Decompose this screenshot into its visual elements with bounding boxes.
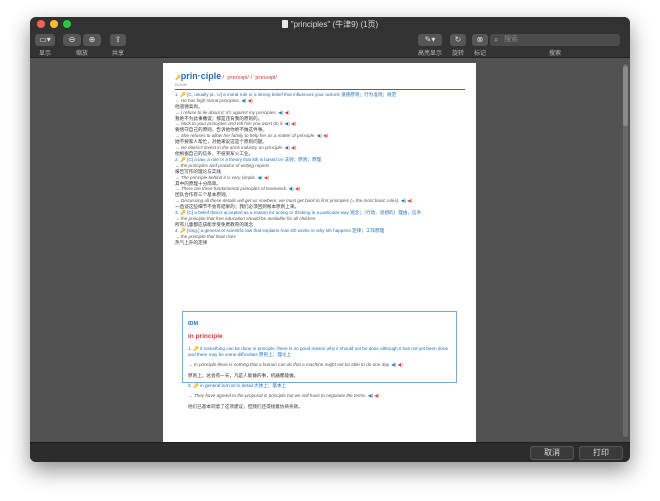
speaker-icon[interactable]: ◀) (368, 393, 373, 398)
rotate-icon: ↻ (454, 35, 462, 44)
search-label: 搜索 (548, 51, 561, 57)
translation: 热气上升的定律 (175, 239, 208, 245)
speaker-icon[interactable]: ◀) (295, 186, 300, 191)
document-icon (281, 20, 288, 28)
print-button[interactable]: 打印 (579, 446, 623, 460)
speaker-icon[interactable]: ◀) (407, 198, 412, 203)
zoom-in-icon: ⊕ (88, 35, 96, 44)
pronunciation: / ˈprɪnsəpl/ / ˈprɪnsəpl/ (222, 75, 277, 81)
markup-label: 标记 (473, 51, 486, 57)
speaker-icon[interactable]: ◀) (398, 362, 403, 367)
search-placeholder: 搜索 (504, 36, 518, 43)
speaker-icon[interactable]: ◀) (285, 110, 290, 115)
example: → They have agreed to the proposal in pr… (188, 393, 367, 399)
window-title-text: "principles" (牛津9) (1页) (290, 20, 379, 29)
speaker-icon[interactable]: ◀) (248, 98, 253, 103)
example: → I refuse to lie about it; it's against… (175, 109, 277, 115)
divider (175, 88, 465, 90)
sidebar-icon: ▭▾ (39, 35, 51, 44)
part-of-speech: NOUN (175, 82, 187, 87)
speaker-icon[interactable]: ◀) (401, 198, 406, 203)
speaker-icon[interactable]: ◀) (278, 110, 283, 115)
example: → He doesn't invest in the arms industry… (175, 145, 284, 151)
dictionary-entry: 🔑prin·ciple / ˈprɪnsəpl/ / ˈprɪnsəpl/ NO… (175, 71, 465, 245)
highlight-label: 高亮显示 (417, 51, 442, 57)
cancel-button[interactable]: 取消 (530, 446, 574, 460)
markup-icon: ⊗ (476, 35, 484, 44)
speaker-icon[interactable]: ◀) (291, 121, 296, 126)
example: → The principle behind it is very simple… (175, 174, 257, 180)
idiom-sense-1: 1. 🔑 if something can be done in princip… (188, 346, 449, 357)
translation: 原则上，总会有一天，凡是人能做的事，机器都能做。 (188, 372, 299, 378)
rotate-label: 旋转 (451, 51, 464, 57)
idiom-sense-2: 2. 🔑 in general but not in detail 大体上；基本… (188, 383, 287, 389)
zoom-label: 缩放 (75, 51, 88, 57)
search-icon: ⌕ (494, 35, 499, 44)
markup-button[interactable]: ⊗ (472, 34, 488, 46)
speaker-icon[interactable]: ◀) (291, 145, 296, 150)
dictionary-page: 🔑prin·ciple / ˈprɪnsəpl/ / ˈprɪnsəpl/ NO… (163, 63, 476, 443)
speaker-icon[interactable]: ◀) (317, 133, 322, 138)
idiom-headword: in principle (188, 332, 223, 340)
translation: 他们已基本同意了这项建议，但我们还得接着协商条款。 (188, 403, 303, 409)
speaker-icon[interactable]: ◀) (285, 121, 290, 126)
rotate-button[interactable]: ↻ (450, 34, 466, 46)
speaker-icon[interactable]: ◀) (241, 98, 246, 103)
speaker-icon[interactable]: ◀) (289, 186, 294, 191)
pen-icon: ✎▾ (424, 35, 436, 44)
example: → In principle there is nothing that a h… (188, 362, 390, 368)
speaker-icon[interactable]: ◀) (374, 393, 379, 398)
zoom-out-icon: ⊖ (68, 35, 76, 44)
preview-window: "principles" (牛津9) (1页) ▭▾ 显示 ⊖ ⊕ 缩放 ⇪ 共… (30, 17, 630, 462)
highlight-button[interactable]: ✎▾ (418, 34, 442, 46)
share-label: 共享 (111, 51, 124, 57)
example: → There are three fundamental principles… (175, 186, 288, 192)
example: → Discussing all these details will get … (175, 198, 400, 204)
share-icon: ⇪ (114, 35, 122, 44)
print-bar: 取消 打印 (30, 442, 630, 462)
zoom-in-button[interactable]: ⊕ (83, 34, 101, 46)
zoom-out-button[interactable]: ⊖ (63, 34, 81, 46)
speaker-icon[interactable]: ◀) (285, 145, 290, 150)
example: → Stick to your principles and tell him … (175, 121, 284, 127)
sidebar-toggle-button[interactable]: ▭▾ (35, 34, 55, 46)
toolbar: ▭▾ 显示 ⊖ ⊕ 缩放 ⇪ 共享 ✎▾ 高亮显示 ↻ 旋转 ⊗ 标记 ⌕ 搜索 … (30, 31, 630, 58)
sidebar-label: 显示 (38, 51, 51, 57)
idiom-box: IDM in principle 1. 🔑 if something can b… (182, 311, 457, 409)
idiom-title: IDM (188, 320, 199, 327)
share-button[interactable]: ⇪ (110, 34, 126, 46)
scrollbar-thumb[interactable] (623, 66, 628, 126)
headword: prin·ciple (180, 71, 222, 81)
example: → He has high moral principles. (175, 97, 241, 103)
speaker-icon[interactable]: ◀) (323, 133, 328, 138)
speaker-icon[interactable]: ◀) (257, 175, 262, 180)
search-input[interactable]: ⌕ 搜索 (490, 34, 620, 46)
window-title: "principles" (牛津9) (1页) (30, 19, 630, 30)
title-bar: "principles" (牛津9) (1页) (30, 17, 630, 31)
speaker-icon[interactable]: ◀) (264, 175, 269, 180)
document-area: 🔑prin·ciple / ˈprɪnsəpl/ / ˈprɪnsəpl/ NO… (30, 58, 630, 443)
speaker-icon[interactable]: ◀) (391, 362, 396, 367)
example: → She refuses to allow her family to hel… (175, 133, 316, 139)
